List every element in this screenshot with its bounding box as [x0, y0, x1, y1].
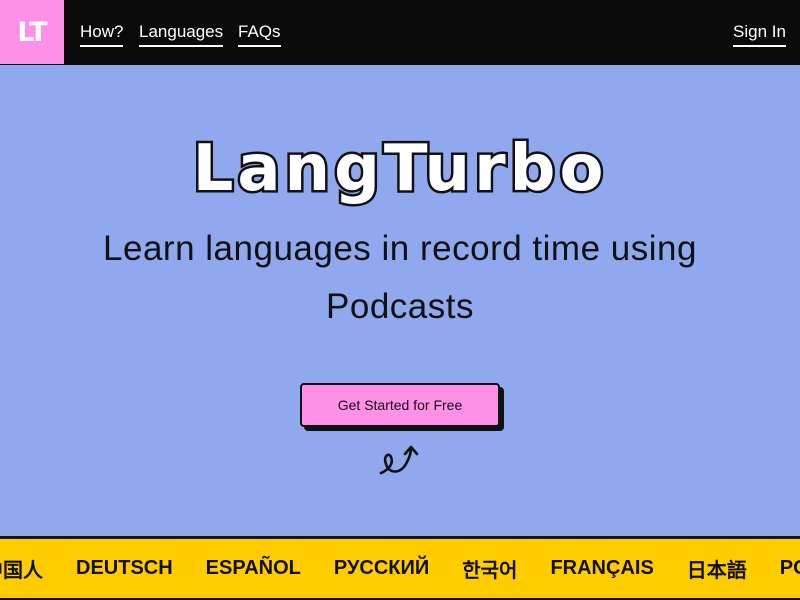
curly-arrow-icon	[379, 445, 419, 475]
nav-link-how[interactable]: How?	[80, 22, 124, 47]
nav-link-faqs[interactable]: FAQs	[238, 22, 281, 47]
ticker-track: 中国人 DEUTSCH ESPAÑOL РУССКИЙ 한국어 FRANÇAIS…	[0, 539, 800, 598]
ticker-item: 한국어	[462, 560, 518, 582]
ticker-item: РУССКИЙ	[333, 557, 430, 579]
logo[interactable]: LT	[0, 0, 64, 64]
get-started-button[interactable]: Get Started for Free	[300, 383, 500, 427]
ticker-item: ESPAÑOL	[205, 557, 301, 579]
ticker-item: FRANÇAIS	[550, 557, 654, 579]
ticker-item: 日本語	[686, 560, 747, 582]
ticker-item: 中国人	[0, 560, 43, 582]
nav-link-languages[interactable]: Languages	[139, 22, 224, 47]
ticker-item: DEUTSCH	[76, 557, 173, 579]
hero-title: LangTurbo	[190, 130, 608, 209]
ticker-item: PORTUGUÊS	[779, 557, 800, 579]
top-nav: LT How? Languages FAQs Sign In	[0, 0, 800, 65]
language-ticker: 中国人 DEUTSCH ESPAÑOL РУССКИЙ 한국어 FRANÇAIS…	[0, 536, 800, 600]
hero-subtitle: Learn languages in record time using Pod…	[103, 229, 697, 326]
sign-in-link[interactable]: Sign In	[733, 22, 786, 47]
